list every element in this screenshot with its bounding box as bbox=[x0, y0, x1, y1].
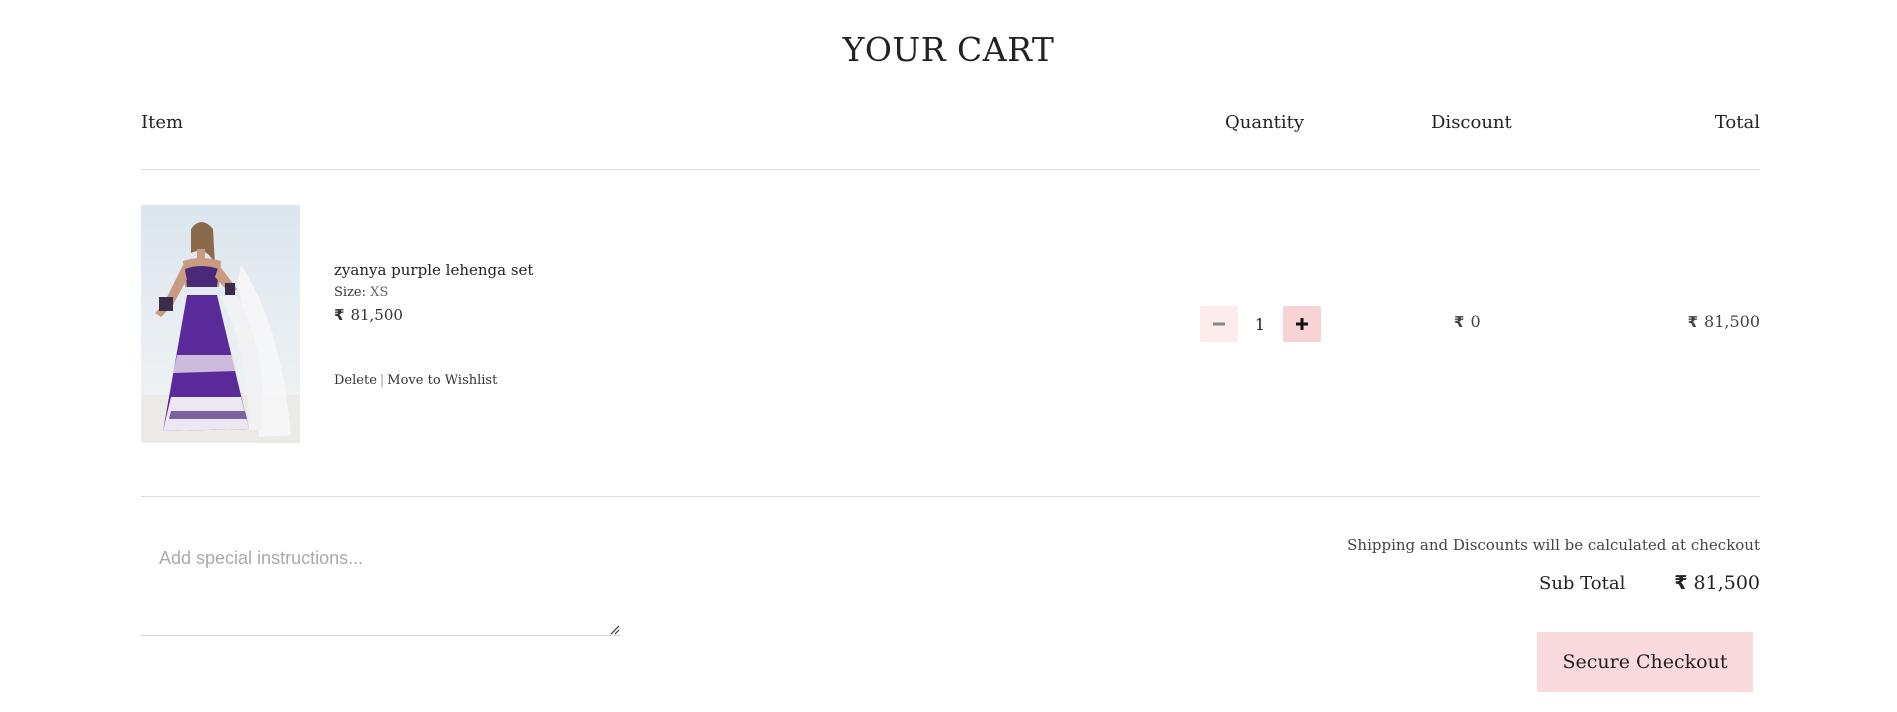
rupee-icon: ₹ bbox=[1454, 313, 1465, 331]
size-value: XS bbox=[370, 285, 389, 300]
price-value: 81,500 bbox=[350, 306, 403, 324]
product-photo-purple-lehenga-icon bbox=[141, 205, 300, 443]
secure-checkout-button[interactable]: Secure Checkout bbox=[1537, 632, 1753, 692]
line-total-value: ₹81,500 bbox=[1687, 312, 1760, 331]
rupee-icon: ₹ bbox=[334, 306, 345, 324]
items-divider bbox=[141, 496, 1760, 497]
header-divider bbox=[141, 169, 1760, 170]
discount-value: ₹0 bbox=[1454, 312, 1481, 331]
rupee-icon: ₹ bbox=[1687, 313, 1699, 331]
quantity-decrement-button[interactable] bbox=[1200, 306, 1238, 342]
column-header-discount: Discount bbox=[1431, 112, 1512, 133]
rupee-icon: ₹ bbox=[1674, 572, 1688, 594]
column-header-quantity: Quantity bbox=[1225, 112, 1305, 133]
item-actions: Delete | Move to Wishlist bbox=[334, 373, 497, 388]
subtotal-label: Sub Total bbox=[1539, 573, 1626, 594]
move-to-wishlist-link[interactable]: Move to Wishlist bbox=[387, 373, 497, 388]
resize-grip-icon[interactable] bbox=[610, 625, 620, 635]
special-instructions-input[interactable] bbox=[141, 534, 621, 636]
page-title: YOUR CART bbox=[842, 30, 1055, 69]
minus-icon bbox=[1213, 322, 1225, 326]
size-label: Size: bbox=[334, 285, 366, 300]
column-header-total: Total bbox=[1714, 112, 1760, 133]
product-price: ₹81,500 bbox=[334, 306, 403, 324]
column-header-item: Item bbox=[141, 112, 184, 133]
product-size: Size: XS bbox=[334, 285, 388, 300]
quantity-increment-button[interactable] bbox=[1283, 306, 1321, 342]
delete-link[interactable]: Delete bbox=[334, 373, 377, 388]
product-name[interactable]: zyanya purple lehenga set bbox=[334, 261, 533, 279]
subtotal-value: ₹81,500 bbox=[1674, 572, 1760, 594]
quantity-input[interactable] bbox=[1240, 310, 1280, 338]
shipping-note: Shipping and Discounts will be calculate… bbox=[1347, 536, 1760, 554]
product-image[interactable] bbox=[141, 205, 300, 443]
plus-icon bbox=[1296, 318, 1308, 330]
action-separator: | bbox=[379, 373, 385, 388]
